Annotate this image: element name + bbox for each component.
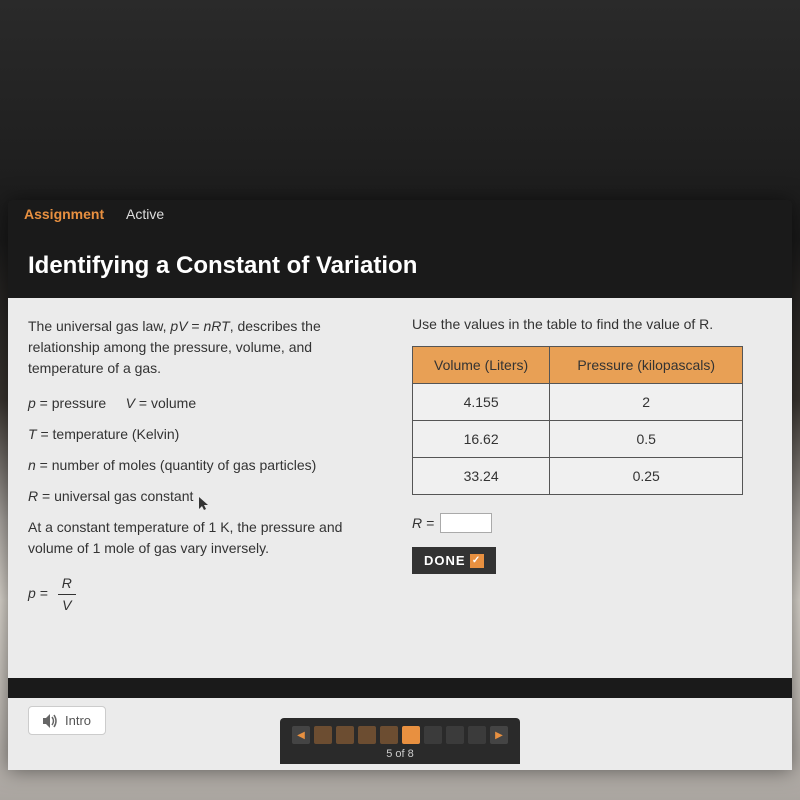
answer-row: R = [412, 513, 772, 533]
page-dot-8 [468, 726, 486, 744]
intro-paragraph: The universal gas law, pV = nRT, describ… [28, 316, 388, 379]
page-dot-6 [424, 726, 442, 744]
speaker-icon [43, 714, 59, 728]
fraction-denominator: V [58, 595, 76, 616]
content-area: The universal gas law, pV = nRT, describ… [8, 298, 792, 678]
r-label: R = [412, 515, 434, 531]
fraction: R V [58, 573, 76, 616]
data-table: Volume (Liters) Pressure (kilopascals) 4… [412, 346, 743, 495]
check-icon: ✓ [470, 554, 484, 568]
lesson-screen: Assignment Active Identifying a Constant… [8, 200, 792, 770]
page-dot-3[interactable] [358, 726, 376, 744]
cell-volume: 33.24 [413, 458, 550, 495]
right-column: Use the values in the table to find the … [404, 298, 792, 678]
prompt-text: Use the values in the table to find the … [412, 316, 772, 332]
page-counter: 5 of 8 [292, 748, 508, 760]
col-header-pressure: Pressure (kilopascals) [550, 347, 743, 384]
intro-label: Intro [65, 713, 91, 728]
cell-volume: 4.155 [413, 384, 550, 421]
next-button[interactable]: ▶ [490, 726, 508, 744]
footer-bar: Intro ◀ ▶ 5 of 8 [8, 698, 792, 770]
definition-n: n = number of moles (quantity of gas par… [28, 455, 388, 476]
cell-pressure: 0.5 [550, 421, 743, 458]
done-button[interactable]: DONE ✓ [412, 547, 496, 574]
table-row: 33.240.25 [413, 458, 743, 495]
page-dot-7 [446, 726, 464, 744]
done-label: DONE [424, 553, 466, 568]
table-row: 4.1552 [413, 384, 743, 421]
page-dot-1[interactable] [314, 726, 332, 744]
left-column: The universal gas law, pV = nRT, describ… [8, 298, 404, 678]
page-dot-5[interactable] [402, 726, 420, 744]
cell-pressure: 0.25 [550, 458, 743, 495]
prev-button[interactable]: ◀ [292, 726, 310, 744]
intro-button[interactable]: Intro [28, 706, 106, 735]
top-bar: Assignment Active [8, 200, 792, 238]
table-row: 16.620.5 [413, 421, 743, 458]
assignment-status: Active [126, 206, 164, 222]
definition-r: R = universal gas constant [28, 486, 388, 507]
inverse-note: At a constant temperature of 1 K, the pr… [28, 517, 388, 559]
fraction-numerator: R [58, 573, 76, 595]
page-title: Identifying a Constant of Variation [8, 238, 792, 298]
r-input[interactable] [440, 513, 492, 533]
page-dot-2[interactable] [336, 726, 354, 744]
page-dot-4[interactable] [380, 726, 398, 744]
formula-p: p = R V [28, 573, 388, 616]
assignment-label: Assignment [24, 206, 104, 222]
formula-p-lhs: p = [28, 585, 48, 601]
page-navigator: ◀ ▶ 5 of 8 [280, 718, 520, 764]
col-header-volume: Volume (Liters) [413, 347, 550, 384]
definition-pv: p = pressure V = volume [28, 393, 388, 414]
cell-pressure: 2 [550, 384, 743, 421]
definition-t: T = temperature (Kelvin) [28, 424, 388, 445]
cell-volume: 16.62 [413, 421, 550, 458]
